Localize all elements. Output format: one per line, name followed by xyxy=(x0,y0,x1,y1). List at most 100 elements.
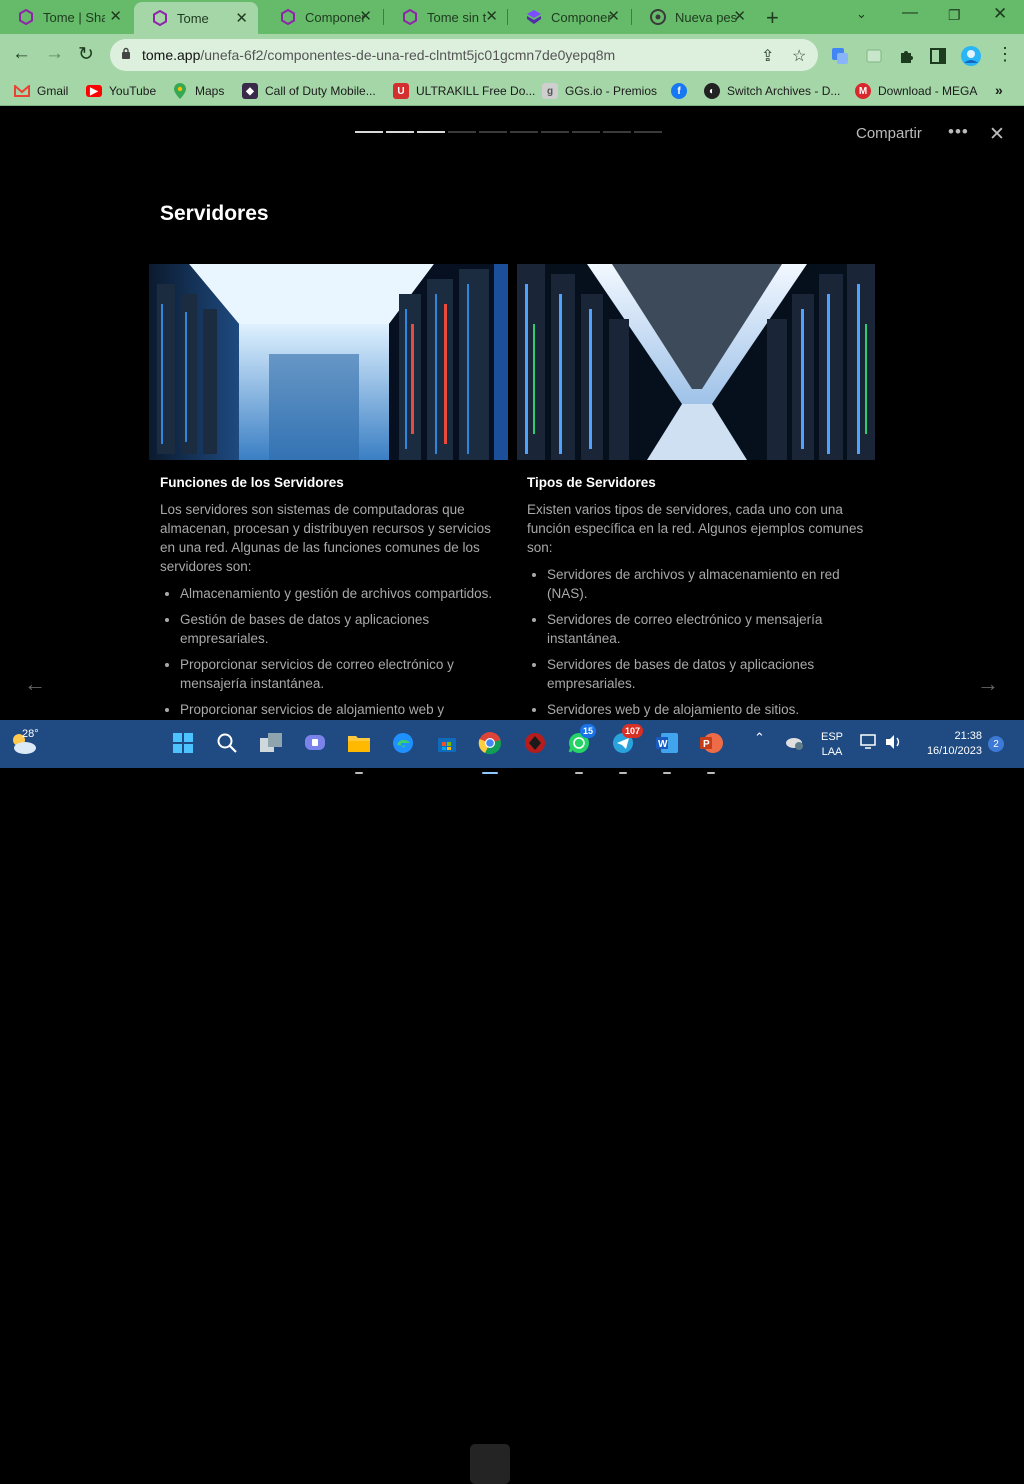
bookmark-gmail[interactable]: Gmail xyxy=(14,82,68,100)
address-bar[interactable]: tome.app/unefa-6f2/componentes-de-una-re… xyxy=(110,39,818,71)
running-indicator xyxy=(355,772,363,774)
progress-segment[interactable] xyxy=(572,131,600,133)
windows-logo-icon xyxy=(173,733,193,753)
volume-icon[interactable] xyxy=(885,734,903,750)
extension-icon[interactable] xyxy=(864,46,884,66)
task-view-button[interactable] xyxy=(258,730,284,756)
progress-segment[interactable] xyxy=(541,131,569,133)
system-clock[interactable]: 21:38 16/10/2023 xyxy=(912,729,982,759)
bookmark-star-icon[interactable]: ☆ xyxy=(792,46,806,66)
bookmark-mega[interactable]: M Download - MEGA xyxy=(855,82,977,100)
onedrive-sync-icon[interactable] xyxy=(784,733,804,751)
clock-date: 16/10/2023 xyxy=(926,745,982,757)
progress-segment[interactable] xyxy=(510,131,538,133)
edge-browser-button[interactable] xyxy=(390,730,416,756)
reload-button[interactable]: ↻ xyxy=(78,43,94,66)
bookmark-youtube[interactable]: ▶ YouTube xyxy=(86,82,156,100)
bookmark-label: YouTube xyxy=(109,84,157,98)
start-button[interactable] xyxy=(170,730,196,756)
tab-close-icon[interactable]: ✕ xyxy=(607,9,620,25)
progress-segment[interactable] xyxy=(448,131,476,133)
powerpoint-button[interactable]: P xyxy=(698,730,724,774)
extensions-puzzle-icon[interactable] xyxy=(897,46,917,66)
list-item: Servidores de bases de datos y aplicacio… xyxy=(527,655,867,693)
file-explorer-button[interactable] xyxy=(346,730,372,774)
restore-button[interactable]: ❐ xyxy=(948,7,961,24)
column-intro: Existen varios tipos de servidores, cada… xyxy=(527,502,864,555)
svg-text:P: P xyxy=(703,739,710,750)
tab-1-active[interactable]: Tome ✕ xyxy=(134,2,258,34)
ggs-icon: g xyxy=(542,83,558,99)
bookmark-switch-archives[interactable]: ◐ Switch Archives - D... xyxy=(704,82,840,100)
tab-3[interactable]: Tome sin t ✕ xyxy=(384,0,508,34)
bookmark-label: Maps xyxy=(195,84,225,98)
bookmark-cod-mobile[interactable]: ◆ Call of Duty Mobile... xyxy=(242,82,376,100)
progress-segment[interactable] xyxy=(479,131,507,133)
close-icon[interactable]: ✕ xyxy=(989,123,1005,146)
tab-close-icon[interactable]: ✕ xyxy=(485,9,498,25)
types-list: Servidores de archivos y almacenamiento … xyxy=(527,565,867,719)
tab-close-icon[interactable]: ✕ xyxy=(733,9,746,25)
profile-avatar[interactable] xyxy=(960,45,982,67)
minimize-button[interactable]: — xyxy=(902,4,918,22)
list-item: Almacenamiento y gestión de archivos com… xyxy=(160,584,500,603)
progress-segment[interactable] xyxy=(417,131,445,133)
chrome-menu-icon[interactable]: ⋮ xyxy=(996,44,1014,65)
whatsapp-button[interactable]: 15 xyxy=(566,724,597,774)
progress-segment[interactable] xyxy=(634,131,662,133)
search-button[interactable] xyxy=(214,730,240,756)
share-button[interactable]: Compartir xyxy=(856,125,922,142)
previous-slide-arrow-icon[interactable]: ← xyxy=(24,671,46,697)
list-item: Servidores de correo electrónico y mensa… xyxy=(527,610,867,648)
bookmark-ultrakill[interactable]: U ULTRAKILL Free Do... xyxy=(393,82,535,100)
url-host: tome.app xyxy=(142,47,201,63)
progress-segment[interactable] xyxy=(386,131,414,133)
side-panel-icon[interactable] xyxy=(928,46,948,66)
teams-chat-button[interactable] xyxy=(302,730,328,756)
more-bookmarks-chevron-icon[interactable]: » xyxy=(995,81,1003,99)
running-indicator xyxy=(663,772,671,774)
url-path: /unefa-6f2/componentes-de-una-red-clntmt… xyxy=(200,47,616,63)
tab-close-icon[interactable]: ✕ xyxy=(109,9,122,25)
tab-4[interactable]: Componer ✕ xyxy=(508,0,630,34)
show-hidden-icons-chevron-icon[interactable]: ⌃ xyxy=(754,730,765,746)
bookmark-label: Call of Duty Mobile... xyxy=(265,84,376,98)
language-indicator[interactable]: ESP LAA xyxy=(821,730,843,760)
gmail-icon xyxy=(14,83,30,99)
next-slide-arrow-icon[interactable]: → xyxy=(977,671,999,697)
more-options-icon[interactable]: ••• xyxy=(948,122,969,142)
bookmark-ggs[interactable]: g GGs.io - Premios xyxy=(542,82,657,100)
running-indicator xyxy=(707,772,715,774)
cod-icon: ◆ xyxy=(242,83,258,99)
tab-2[interactable]: Componer ✕ xyxy=(262,0,382,34)
tab-5[interactable]: Nueva pes ✕ xyxy=(632,0,756,34)
bookmark-label: Switch Archives - D... xyxy=(727,84,841,98)
translate-extension-icon[interactable] xyxy=(830,46,850,66)
list-item: Servidores de archivos y almacenamiento … xyxy=(527,565,867,603)
tab-title: Componer xyxy=(305,9,366,25)
tab-search-chevron-icon[interactable]: ⌄ xyxy=(856,6,867,22)
close-window-button[interactable]: ✕ xyxy=(993,4,1007,24)
notification-count-badge[interactable]: 2 xyxy=(988,736,1004,752)
word-button[interactable]: W xyxy=(654,730,680,774)
chrome-button[interactable] xyxy=(477,730,503,774)
share-page-icon[interactable]: ⇪ xyxy=(761,46,774,66)
forward-button[interactable]: → xyxy=(45,43,64,65)
bookmark-maps[interactable]: Maps xyxy=(172,82,224,100)
progress-segment[interactable] xyxy=(603,131,631,133)
tab-close-icon[interactable]: ✕ xyxy=(235,11,248,27)
telegram-button[interactable]: 107 xyxy=(610,724,644,774)
maps-icon xyxy=(172,83,188,99)
types-column: Tipos de Servidores Existen varios tipos… xyxy=(527,475,867,720)
tab-0[interactable]: Tome | Sha ✕ xyxy=(0,0,132,34)
new-tab-button[interactable]: + xyxy=(766,5,779,31)
progress-segment[interactable] xyxy=(355,131,383,133)
bookmark-facebook[interactable]: f xyxy=(671,82,694,100)
running-indicator xyxy=(575,772,583,774)
back-button[interactable]: ← xyxy=(12,43,31,65)
game-app-button[interactable] xyxy=(522,730,548,756)
microsoft-store-button[interactable] xyxy=(434,730,460,756)
tab-close-icon[interactable]: ✕ xyxy=(359,9,372,25)
network-icon[interactable] xyxy=(860,734,878,750)
column-intro: Los servidores son sistemas de computado… xyxy=(160,502,491,574)
